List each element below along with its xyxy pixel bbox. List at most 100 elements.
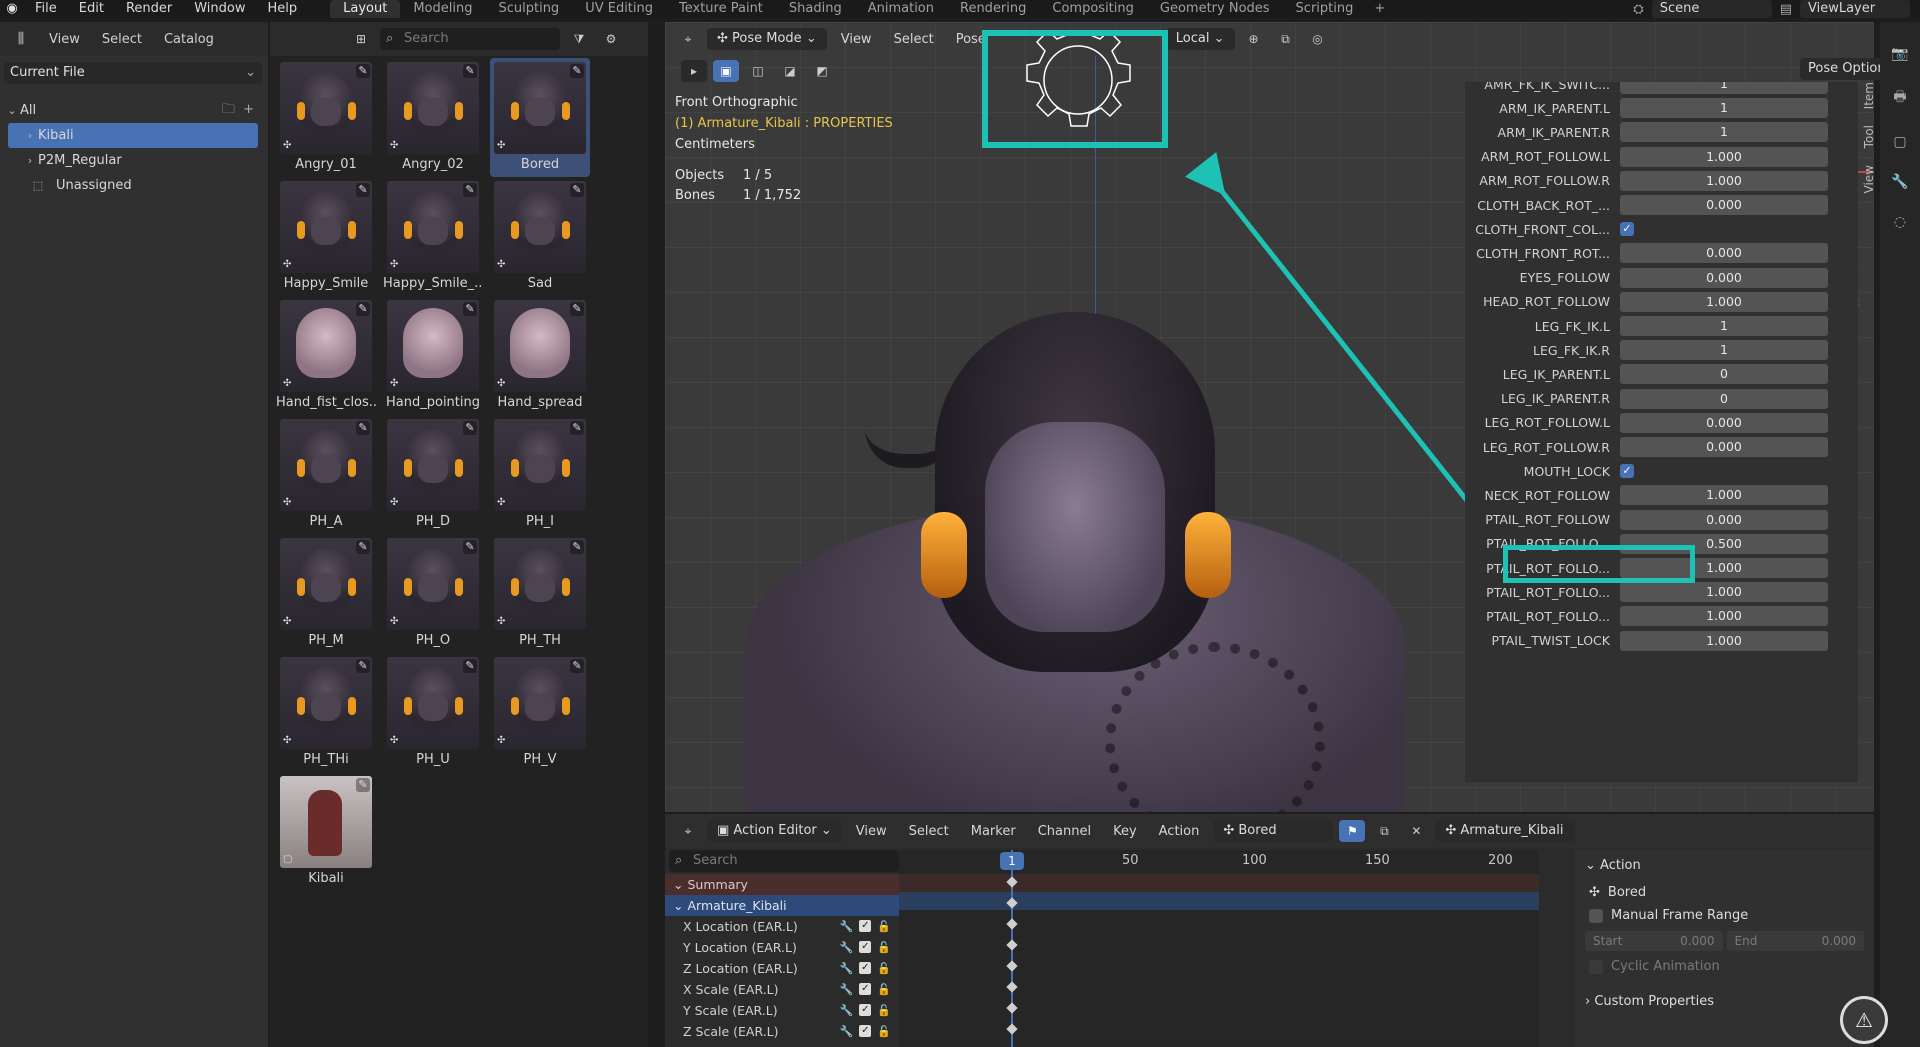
asset-card[interactable]: ▢ ✎ Kibali: [276, 772, 376, 891]
view-layer-selector[interactable]: ViewLayer: [1800, 0, 1910, 18]
property-value-field[interactable]: 1.000: [1620, 606, 1828, 627]
save-catalog-icon[interactable]: 🗀: [222, 102, 235, 117]
custom-properties-header[interactable]: › Custom Properties: [1575, 986, 1874, 1017]
frame-ruler[interactable]: 50 100 150 200: [899, 850, 1539, 872]
property-value-field[interactable]: 1: [1620, 82, 1828, 94]
catalog-item-unassigned[interactable]: ⬚ Unassigned: [4, 173, 262, 198]
tab-uv-editing[interactable]: UV Editing: [572, 0, 666, 18]
menu-view[interactable]: View: [848, 824, 895, 839]
lock-icon[interactable]: 🔓: [877, 962, 891, 975]
menu-help[interactable]: Help: [257, 0, 309, 18]
property-value-field[interactable]: 0.000: [1620, 509, 1828, 530]
modifier-icon[interactable]: 🔧: [840, 983, 854, 996]
keyframe-diamond[interactable]: [1006, 981, 1018, 993]
property-checkbox[interactable]: ✓: [1620, 464, 1634, 479]
chevron-down-icon[interactable]: ⌄: [673, 898, 683, 913]
edit-asset-icon[interactable]: ✎: [356, 540, 370, 554]
asset-card[interactable]: ✣ ✎ PH_O: [383, 534, 483, 653]
render-icon[interactable]: 📷: [1880, 46, 1920, 62]
cyclic-animation-row[interactable]: Cyclic Animation: [1575, 955, 1874, 978]
asset-card[interactable]: ✣ ✎ PH_U: [383, 653, 483, 772]
asset-card[interactable]: ✣ ✎ PH_M: [276, 534, 376, 653]
asset-card[interactable]: ✣ ✎ PH_A: [276, 415, 376, 534]
library-dropdown[interactable]: Current File ⌄: [4, 62, 262, 84]
tab-compositing[interactable]: Compositing: [1039, 0, 1147, 18]
asset-card[interactable]: ✣ ✎ PH_I: [490, 415, 590, 534]
action-panel-header[interactable]: ⌄ Action: [1575, 850, 1874, 881]
channel-enable-checkbox[interactable]: ✓: [859, 1025, 872, 1037]
catalog-item-kibali[interactable]: › Kibali: [8, 123, 258, 148]
lock-icon[interactable]: 🔓: [877, 1025, 891, 1038]
property-value-field[interactable]: 0.000: [1620, 243, 1828, 264]
chevron-down-icon[interactable]: ⌄: [4, 104, 20, 117]
property-value-field[interactable]: 1: [1620, 98, 1828, 119]
channel-enable-checkbox[interactable]: ✓: [859, 920, 872, 932]
catalog-item-p2m-regular[interactable]: › P2M_Regular: [4, 148, 262, 173]
scene-selector[interactable]: Scene: [1651, 0, 1772, 18]
channel-search-input[interactable]: ⌕ Search: [669, 850, 899, 872]
property-value-field[interactable]: 1.000: [1620, 170, 1828, 191]
edit-asset-icon[interactable]: ✎: [463, 540, 477, 554]
asset-card[interactable]: ✣ ✎ PH_TH: [490, 534, 590, 653]
channel-row[interactable]: Y Location (EAR.L) 🔧 ✓ 🔓: [665, 937, 899, 958]
chevron-right-icon[interactable]: ›: [22, 154, 38, 167]
object-icon[interactable]: ▢: [1880, 134, 1920, 150]
channel-row[interactable]: ⌄ Summary: [665, 874, 899, 895]
chevron-down-icon[interactable]: ⌄: [673, 877, 683, 892]
armature-selector[interactable]: ✣ Armature_Kibali: [1435, 820, 1576, 842]
property-value-field[interactable]: 0.000: [1620, 412, 1828, 433]
property-value-field[interactable]: 1: [1620, 340, 1828, 361]
modifier-icon[interactable]: 🔧: [840, 1025, 854, 1038]
channel-row[interactable]: Z Scale (EAR.L) 🔧 ✓ 🔓: [665, 1021, 899, 1042]
start-frame-field[interactable]: Start 0.000: [1585, 931, 1723, 951]
menu-channel[interactable]: Channel: [1030, 824, 1099, 839]
property-value-field[interactable]: 0.000: [1620, 267, 1828, 288]
channel-enable-checkbox[interactable]: ✓: [859, 983, 872, 995]
edit-asset-icon[interactable]: ✎: [356, 183, 370, 197]
menu-render[interactable]: Render: [115, 0, 183, 18]
channel-row[interactable]: Y Scale (EAR.L) 🔧 ✓ 🔓: [665, 1000, 899, 1021]
menu-action[interactable]: Action: [1151, 824, 1208, 839]
tab-view[interactable]: View: [1862, 165, 1878, 193]
property-value-field[interactable]: 0: [1620, 388, 1828, 409]
tab-scripting[interactable]: Scripting: [1283, 0, 1367, 18]
settings-gear-icon[interactable]: ⚙: [598, 28, 624, 50]
output-icon[interactable]: 🖶: [1880, 86, 1920, 110]
tab-item[interactable]: Item: [1862, 82, 1878, 109]
menu-edit[interactable]: Edit: [68, 0, 115, 18]
modifier-icon[interactable]: 🔧: [1880, 174, 1920, 190]
keyframe-diamond[interactable]: [1006, 1002, 1018, 1014]
asset-card[interactable]: ✣ ✎ PH_V: [490, 653, 590, 772]
tab-rendering[interactable]: Rendering: [947, 0, 1039, 18]
property-value-field[interactable]: 1.000: [1620, 485, 1828, 506]
asset-search-input[interactable]: ⌕ Search: [380, 28, 560, 50]
lock-icon[interactable]: 🔓: [877, 1004, 891, 1017]
filter-icon[interactable]: ⧩: [566, 28, 592, 50]
keyframe-diamond[interactable]: [1006, 939, 1018, 951]
editor-mode-dropdown[interactable]: ▣ Action Editor ⌄: [707, 820, 842, 842]
asset-card[interactable]: ✣ ✎ PH_D: [383, 415, 483, 534]
modifier-icon[interactable]: 🔧: [840, 962, 854, 975]
channel-enable-checkbox[interactable]: ✓: [859, 962, 872, 974]
edit-asset-icon[interactable]: ✎: [463, 183, 477, 197]
tab-geometry-nodes[interactable]: Geometry Nodes: [1147, 0, 1283, 18]
menu-view[interactable]: View: [40, 32, 89, 47]
property-value-field[interactable]: 1.000: [1620, 582, 1828, 603]
property-value-field[interactable]: 0.000: [1620, 437, 1828, 457]
edit-asset-icon[interactable]: ✎: [463, 64, 477, 78]
tab-layout[interactable]: Layout: [330, 0, 401, 18]
channel-row[interactable]: Z Location (EAR.L) 🔧 ✓ 🔓: [665, 958, 899, 979]
asset-card[interactable]: ✣ ✎ Hand_spread: [490, 296, 590, 415]
channel-enable-checkbox[interactable]: ✓: [859, 1004, 872, 1016]
tab-texture-paint[interactable]: Texture Paint: [666, 0, 776, 18]
cyclic-animation-checkbox[interactable]: [1589, 959, 1603, 974]
asset-card[interactable]: ✣ ✎ Angry_01: [276, 58, 376, 177]
menu-select[interactable]: Select: [901, 824, 957, 839]
unlink-action-icon[interactable]: ✕: [1403, 820, 1429, 842]
edit-asset-icon[interactable]: ✎: [570, 659, 584, 673]
channel-row[interactable]: X Location (EAR.L) 🔧 ✓ 🔓: [665, 916, 899, 937]
editor-type-icon[interactable]: ⫼: [6, 27, 36, 51]
lock-icon[interactable]: 🔓: [877, 983, 891, 996]
manual-frame-range-checkbox[interactable]: [1589, 908, 1603, 923]
menu-window[interactable]: Window: [183, 0, 256, 18]
